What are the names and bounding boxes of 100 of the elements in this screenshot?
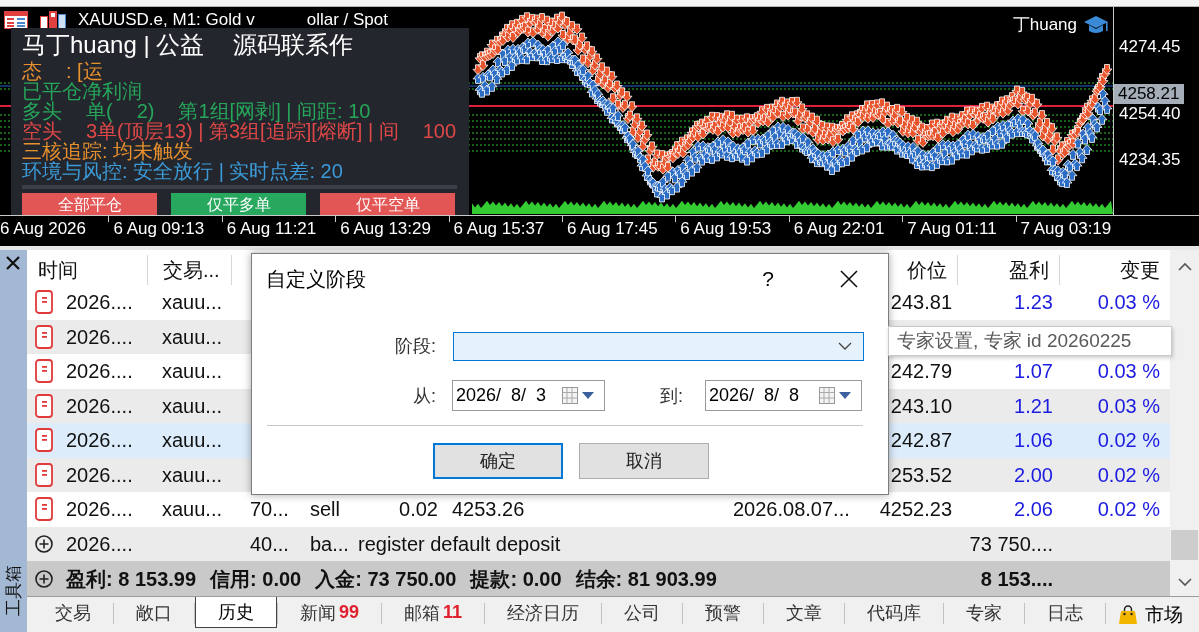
field-label: 到: (659, 384, 683, 408)
dropdown-arrow-icon[interactable] (839, 392, 851, 399)
tab[interactable]: 日志 (1025, 597, 1106, 628)
date-value: 2026/ 8/ 3 (456, 385, 548, 406)
summary-value: 信用: 0.00 (210, 566, 302, 591)
tab[interactable]: 预警 (683, 597, 764, 628)
table-row[interactable]: 2026.... 40... ba... register default deposit 73 750.... (27, 526, 1170, 561)
document-icon (35, 428, 53, 453)
period-dropdown[interactable] (453, 331, 864, 361)
status-text: 第1组[网剥] | 间距: 10 (178, 101, 371, 121)
status-text: : [运 (66, 61, 103, 81)
plus-circle-icon (35, 534, 53, 553)
author-label: 丁huang (1012, 15, 1077, 35)
time-cell: 2026.... (66, 462, 133, 487)
tab[interactable]: 公司 (602, 597, 683, 628)
status-text: 2) (136, 101, 155, 121)
status-text: 环境与风控: 安全放行 | 实时点差: 20 (22, 161, 343, 181)
ticket-cell-text: 70... (249, 497, 290, 522)
cancel-button[interactable]: 取消 (579, 443, 709, 479)
panel-title: 源码联系作 (233, 31, 354, 59)
plus-circle-icon[interactable] (35, 569, 53, 588)
time-cell: 2026.... (66, 393, 133, 418)
symbol-cell-text: xauu... (161, 462, 224, 487)
close-orders-button[interactable]: 全部平仓 (22, 193, 157, 215)
tab[interactable]: 代码库 (845, 597, 944, 628)
document-icon (35, 290, 53, 315)
panel-title: 马丁huang | 公益 (22, 31, 205, 59)
document-icon (35, 497, 53, 522)
document-icon (35, 359, 53, 384)
close-icon[interactable] (6, 256, 20, 270)
profit-cell-text: 1.21 (1014, 393, 1054, 418)
price-label: 4254.40 (1119, 105, 1181, 123)
tab[interactable]: 交易 (33, 597, 113, 628)
tab[interactable]: 新闻 99 (278, 597, 382, 628)
chevron-down-icon (838, 342, 852, 350)
chevron-up-icon[interactable] (1177, 262, 1192, 271)
time-label: 6 Aug 17:45 (566, 219, 659, 239)
ok-button[interactable]: 确定 (433, 443, 563, 479)
change-cell-text: 0.03 % (1097, 393, 1161, 418)
comment-cell-text: register default deposit (357, 531, 562, 556)
time-cell: 2026.... (66, 359, 133, 384)
date-field[interactable]: 2026/ 8/ 8 (705, 380, 862, 411)
help-button[interactable]: ? (748, 261, 788, 297)
time-cell-text: 2026.08.07... (732, 497, 851, 522)
tab[interactable]: 历史 (195, 597, 277, 628)
change-cell-text: 0.02 % (1097, 462, 1161, 487)
symbol-cell-text: xauu... (161, 290, 224, 315)
tab[interactable]: 专家 (944, 597, 1025, 628)
type-cell-text: ba... (309, 531, 350, 556)
status-text: 100 (422, 121, 457, 141)
summary-value: 入金: 73 750.00 (315, 566, 457, 591)
time-cell: 2026.... (66, 497, 133, 522)
symbol-cell-text: xauu... (161, 393, 224, 418)
unread-count: 99 (339, 602, 360, 623)
chevron-down-icon[interactable] (1177, 578, 1192, 587)
time-cell: 2026.... (66, 428, 133, 453)
time-label: 7 Aug 03:19 (1020, 219, 1113, 239)
column-header[interactable]: 变更 (1060, 255, 1170, 285)
scrollbar-thumb[interactable] (1171, 530, 1198, 560)
calendar-icon[interactable] (819, 387, 835, 404)
change-cell-text: 0.02 % (1097, 497, 1161, 522)
profit-cell-text: 1.06 (1014, 428, 1054, 453)
close-orders-button[interactable]: 仅平空单 (320, 193, 455, 215)
dropdown-arrow-icon[interactable] (582, 392, 594, 399)
time-label: 6 Aug 15:37 (453, 219, 546, 239)
market-button[interactable]: 市场 (1106, 597, 1192, 632)
profit-cell-text: 1.07 (1014, 359, 1054, 384)
status-text: 多头 (22, 101, 62, 121)
symbol-cell-text: xauu... (161, 359, 224, 384)
price-cell-text: 243.81 (890, 290, 953, 315)
calendar-icon[interactable] (562, 387, 578, 404)
summary-value: 提款: 0.00 (470, 566, 562, 591)
profit-cell-text: 1.23 (1014, 290, 1054, 315)
ticket-cell-text: 40... (249, 531, 290, 556)
field-label: 阶段: (394, 335, 436, 358)
date-field[interactable]: 2026/ 8/ 3 (452, 380, 605, 411)
symbol-cell-text: xauu... (161, 497, 224, 522)
profit-total: 8 153.... (980, 566, 1054, 591)
symbol-cell-text: xauu... (161, 428, 224, 453)
price-label: 4274.45 (1119, 38, 1181, 56)
time-label: 6 Aug 19:53 (680, 219, 773, 239)
tooltip: 专家设置, 专家 id 20260225 (888, 326, 1172, 356)
time-label: 7 Aug 01:11 (907, 219, 998, 239)
tab[interactable]: 敞口 (114, 597, 194, 628)
date-value: 2026/ 8/ 8 (709, 385, 801, 406)
table-icon[interactable] (4, 11, 28, 29)
document-icon (35, 393, 53, 418)
price-cell-text: 243.10 (890, 393, 953, 418)
document-icon (35, 462, 53, 487)
summary-value: 盈利: 8 153.99 (66, 566, 197, 591)
tab[interactable]: 文章 (764, 597, 845, 628)
status-text: 三核追踪: 均未触发 (22, 141, 194, 161)
time-label: 6 Aug 09:13 (113, 219, 206, 239)
tab[interactable]: 邮箱 11 (382, 597, 485, 628)
bar-chart-icon[interactable] (40, 11, 66, 29)
status-text: 已平仓净利润 (22, 81, 142, 101)
summary-value: 结余: 81 903.99 (575, 566, 717, 591)
tab[interactable]: 经济日历 (485, 597, 602, 628)
change-cell-text: 0.03 % (1097, 359, 1161, 384)
close-icon (840, 270, 858, 288)
